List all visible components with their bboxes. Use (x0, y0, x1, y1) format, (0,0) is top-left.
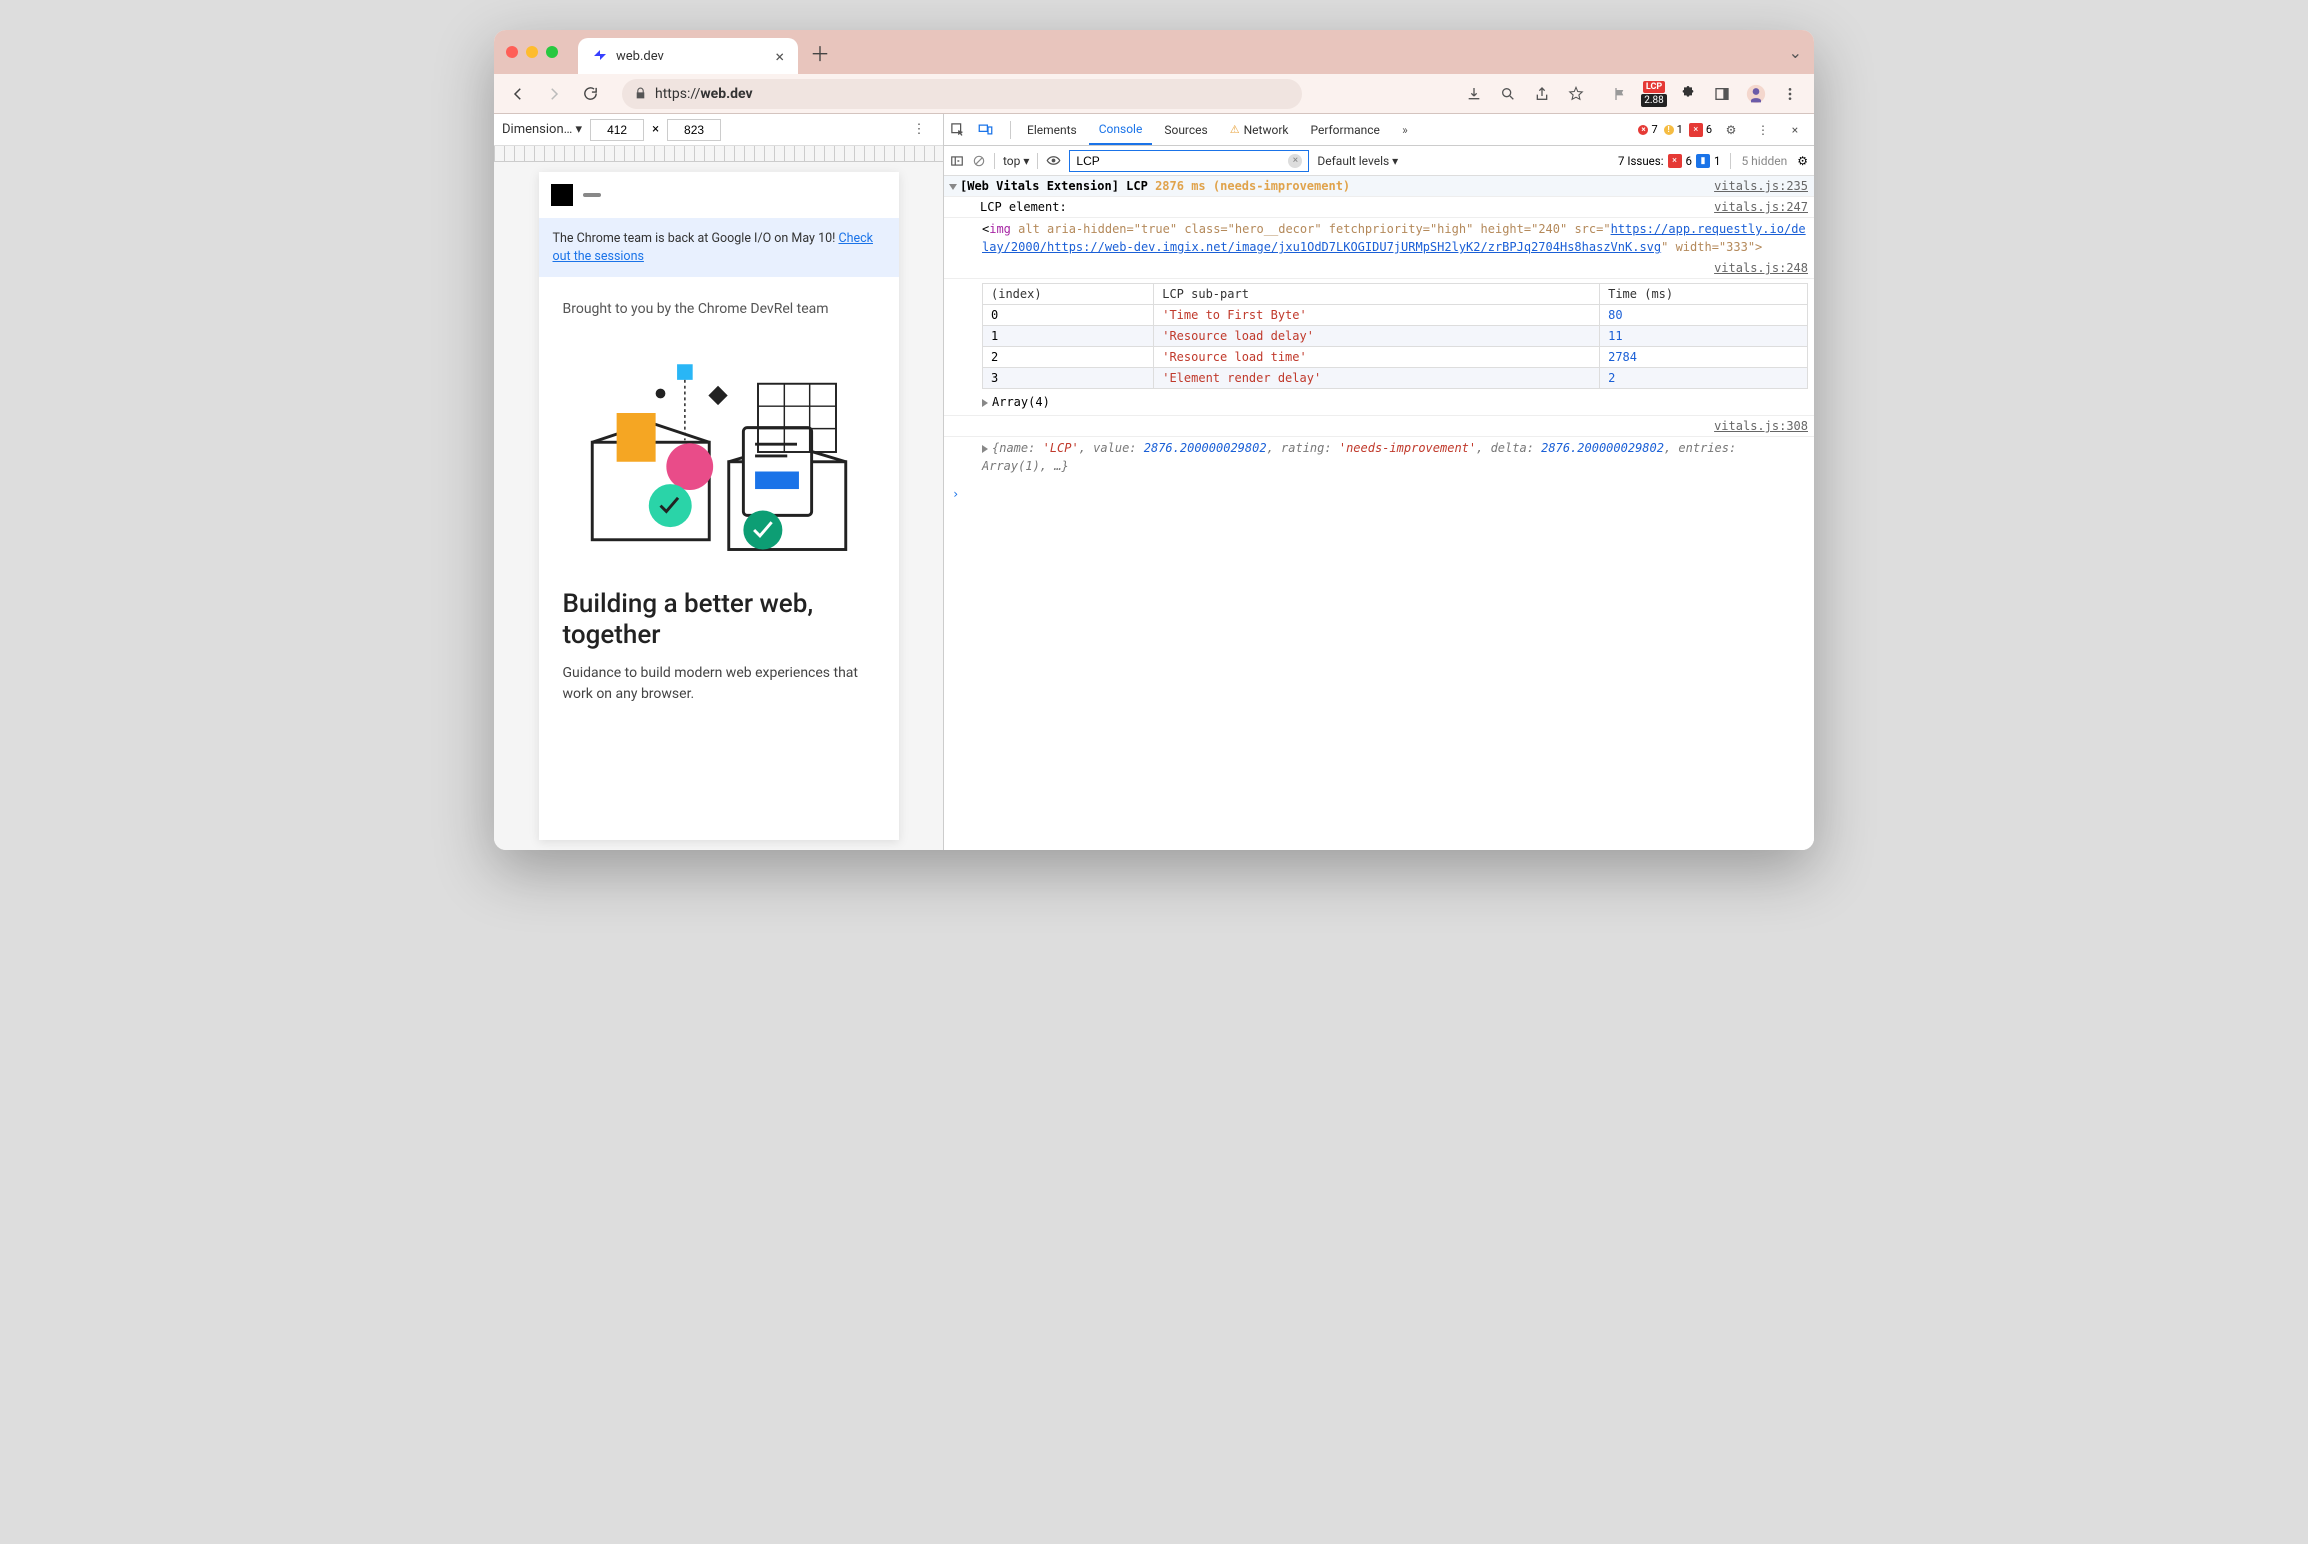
tab-title: web.dev (616, 49, 767, 64)
tab-performance[interactable]: Performance (1300, 114, 1389, 145)
install-button[interactable] (1458, 78, 1490, 110)
console-prompt[interactable]: › (944, 483, 1814, 505)
new-tab-button[interactable]: ＋ (810, 38, 830, 67)
lcp-breakdown-table: (index) LCP sub-part Time (ms) 0'Time to… (982, 283, 1808, 389)
banner-text: The Chrome team is back at Google I/O on… (553, 231, 839, 246)
log-object[interactable]: vitals.js:308 (944, 415, 1814, 437)
context-dropdown[interactable]: top ▾ (1003, 154, 1029, 168)
clear-console-icon[interactable] (972, 154, 986, 168)
tab-network[interactable]: Network (1220, 114, 1299, 145)
device-toolbar: Dimension… ▾ × ⋮ (494, 114, 943, 146)
clear-filter-icon[interactable]: × (1288, 154, 1302, 168)
tab-console[interactable]: Console (1089, 114, 1153, 145)
hidden-count[interactable]: 5 hidden (1741, 154, 1787, 168)
live-expression-icon[interactable] (1046, 153, 1061, 168)
back-button[interactable] (502, 78, 534, 110)
filter-text[interactable] (1076, 154, 1284, 168)
object-preview[interactable]: {name: 'LCP', value: 2876.200000029802, … (944, 437, 1814, 483)
page-heading: Building a better web, together (539, 579, 899, 655)
devtools-panel: Elements Console Sources Network Perform… (944, 114, 1814, 850)
browser-window: web.dev × ＋ ⌄ https://web.dev (494, 30, 1814, 850)
filter-input[interactable]: × (1069, 150, 1309, 172)
devtools-tabs: Elements Console Sources Network Perform… (944, 114, 1814, 146)
window-controls (506, 46, 558, 58)
url-text: https://web.dev (655, 86, 753, 102)
address-toolbar: https://web.dev LCP 2.88 (494, 74, 1814, 114)
device-dropdown[interactable]: Dimension… ▾ (502, 122, 582, 137)
source-link[interactable]: vitals.js:308 (1704, 419, 1808, 433)
close-devtools-button[interactable]: × (1782, 123, 1808, 137)
page-subheading: Guidance to build modern web experiences… (539, 655, 899, 724)
bookmark-button[interactable] (1560, 78, 1592, 110)
menu-icon[interactable] (583, 193, 601, 197)
array-expand[interactable]: Array(4) (944, 393, 1814, 415)
flag-icon[interactable] (1604, 78, 1636, 110)
extensions-button[interactable] (1672, 78, 1704, 110)
titlebar: web.dev × ＋ ⌄ (494, 30, 1814, 74)
devtools-menu-icon[interactable]: ⋮ (1750, 123, 1776, 137)
settings-icon[interactable]: ⚙ (1718, 123, 1744, 137)
table-row[interactable]: 2'Resource load time'2784 (983, 347, 1808, 368)
device-menu-button[interactable]: ⋮ (903, 114, 935, 146)
maximize-window-button[interactable] (546, 46, 558, 58)
error-count[interactable]: ×7 (1638, 123, 1657, 136)
profile-avatar[interactable] (1740, 78, 1772, 110)
page-logo (551, 184, 573, 206)
warning-count[interactable]: !1 (1664, 123, 1683, 136)
console-settings-icon[interactable]: ⚙ (1797, 154, 1808, 168)
menu-button[interactable] (1774, 78, 1806, 110)
log-table[interactable]: vitals.js:248 (944, 258, 1814, 279)
minimize-window-button[interactable] (526, 46, 538, 58)
table-row[interactable]: 1'Resource load delay'11 (983, 326, 1808, 347)
hero-illustration (539, 325, 899, 579)
table-row[interactable]: 3'Element render delay'2 (983, 368, 1808, 389)
th-time[interactable]: Time (ms) (1600, 284, 1808, 305)
brought-by-text: Brought to you by the Chrome DevRel team (539, 277, 899, 325)
source-link[interactable]: vitals.js:235 (1704, 179, 1808, 193)
source-link[interactable]: vitals.js:247 (1704, 200, 1808, 214)
ruler (494, 146, 943, 162)
log-lcp-summary[interactable]: [Web Vitals Extension] LCP 2876 ms (need… (944, 176, 1814, 197)
tab-close-button[interactable]: × (775, 47, 784, 66)
sidebar-toggle-icon[interactable] (950, 154, 964, 168)
site-favicon (592, 48, 608, 64)
page-header (539, 172, 899, 218)
console-output[interactable]: [Web Vitals Extension] LCP 2876 ms (need… (944, 176, 1814, 850)
device-toggle-icon[interactable] (978, 122, 1004, 137)
console-toolbar: top ▾ × Default levels ▾ 7 Issues: ×6 ▮1… (944, 146, 1814, 176)
lock-icon (634, 87, 647, 100)
tab-elements[interactable]: Elements (1017, 114, 1087, 145)
th-subpart[interactable]: LCP sub-part (1154, 284, 1600, 305)
th-index[interactable]: (index) (983, 284, 1154, 305)
sidepanel-button[interactable] (1706, 78, 1738, 110)
reload-button[interactable] (574, 78, 606, 110)
inspect-icon[interactable] (950, 122, 976, 137)
levels-dropdown[interactable]: Default levels ▾ (1317, 154, 1398, 168)
address-bar[interactable]: https://web.dev (622, 79, 1302, 109)
browser-tab[interactable]: web.dev × (578, 38, 798, 74)
close-window-button[interactable] (506, 46, 518, 58)
blocked-count[interactable]: ×6 (1689, 123, 1712, 137)
lcp-extension-badge[interactable]: LCP 2.88 (1638, 78, 1670, 110)
page-content: The Chrome team is back at Google I/O on… (539, 172, 899, 840)
log-lcp-element[interactable]: LCP element: vitals.js:247 (944, 197, 1814, 218)
more-tabs-button[interactable]: » (1392, 123, 1418, 137)
preview-viewport[interactable]: The Chrome team is back at Google I/O on… (494, 162, 943, 850)
share-button[interactable] (1526, 78, 1558, 110)
tab-sources[interactable]: Sources (1154, 114, 1217, 145)
dimension-times: × (652, 122, 659, 137)
source-link[interactable]: vitals.js:248 (1704, 261, 1808, 275)
tabs-dropdown-button[interactable]: ⌄ (1789, 43, 1802, 62)
announcement-banner: The Chrome team is back at Google I/O on… (539, 218, 899, 277)
issues-summary[interactable]: 7 Issues: ×6 ▮1 (1618, 154, 1720, 168)
forward-button[interactable] (538, 78, 570, 110)
width-input[interactable] (590, 119, 644, 141)
zoom-button[interactable] (1492, 78, 1524, 110)
element-html[interactable]: <img alt aria-hidden="true" class="hero_… (944, 218, 1814, 258)
device-preview-panel: Dimension… ▾ × ⋮ The Chrome team is back… (494, 114, 944, 850)
height-input[interactable] (667, 119, 721, 141)
table-row[interactable]: 0'Time to First Byte'80 (983, 305, 1808, 326)
